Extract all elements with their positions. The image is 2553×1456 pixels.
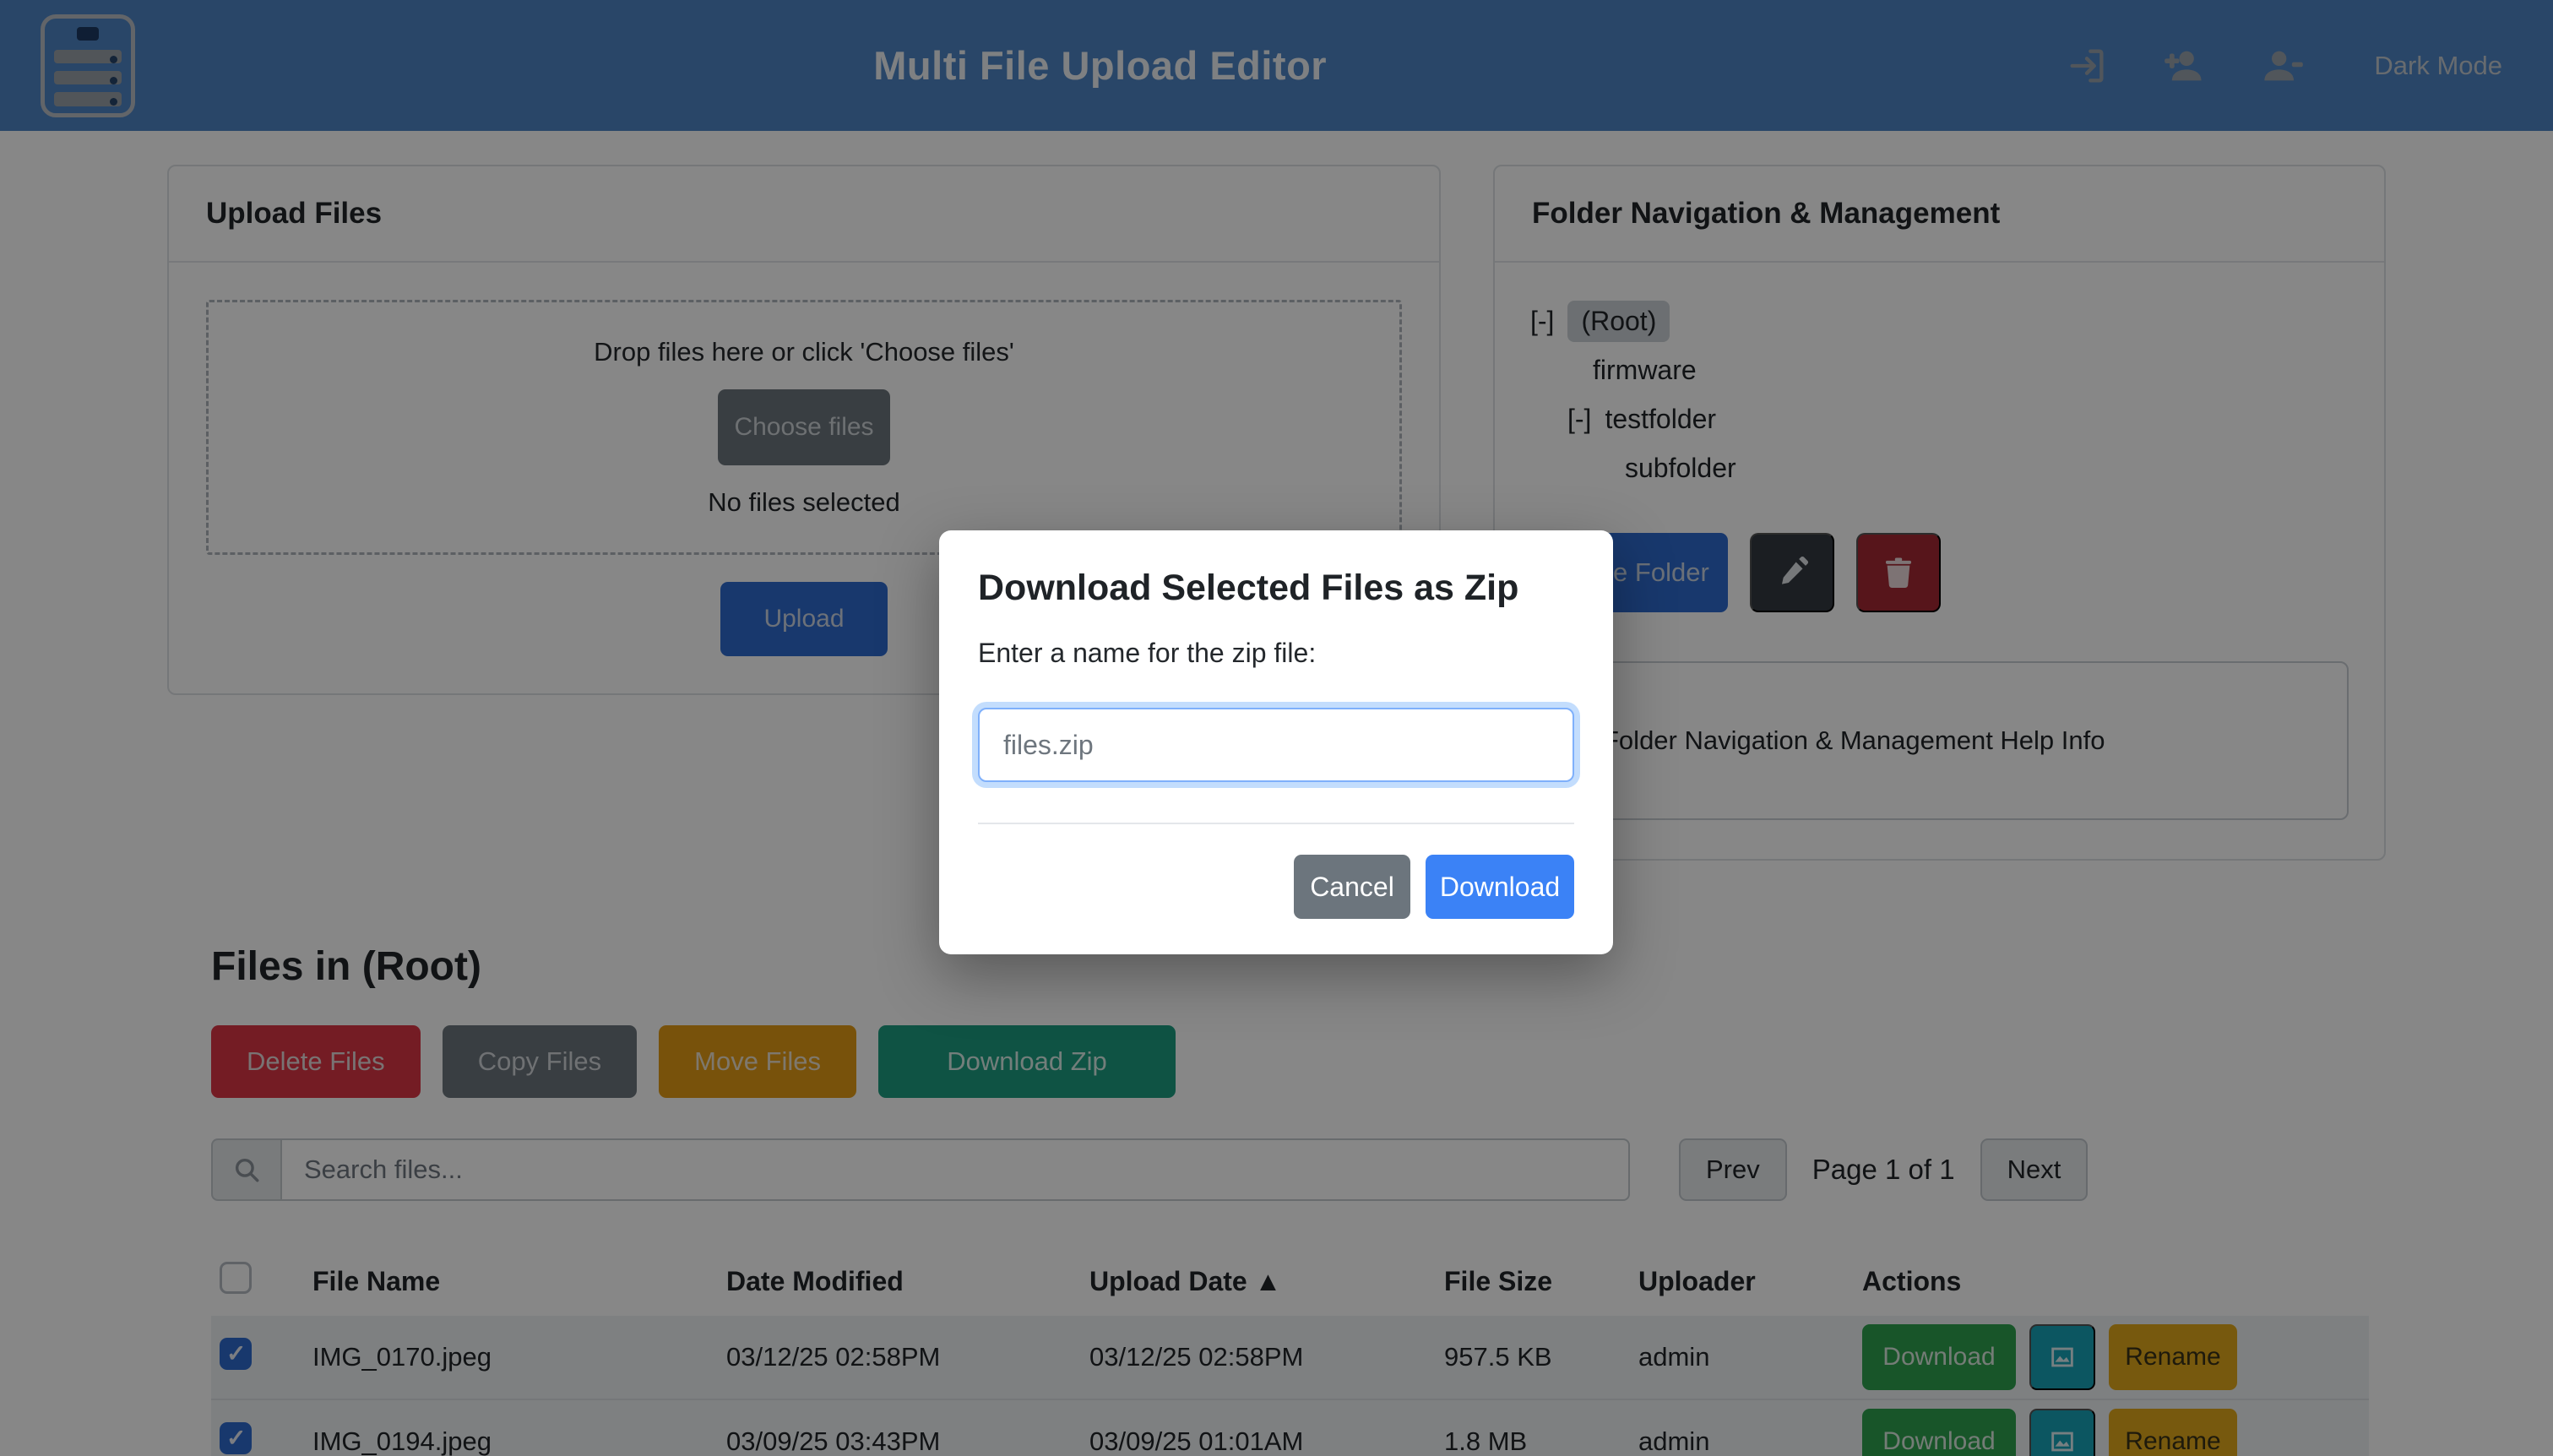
modal-divider	[978, 823, 1574, 824]
cancel-button[interactable]: Cancel	[1294, 855, 1410, 919]
zip-filename-input[interactable]	[978, 708, 1574, 782]
modal-download-button[interactable]: Download	[1426, 855, 1574, 919]
download-zip-modal: Download Selected Files as Zip Enter a n…	[939, 530, 1613, 954]
modal-title: Download Selected Files as Zip	[978, 568, 1574, 609]
zip-name-prompt: Enter a name for the zip file:	[978, 638, 1574, 669]
